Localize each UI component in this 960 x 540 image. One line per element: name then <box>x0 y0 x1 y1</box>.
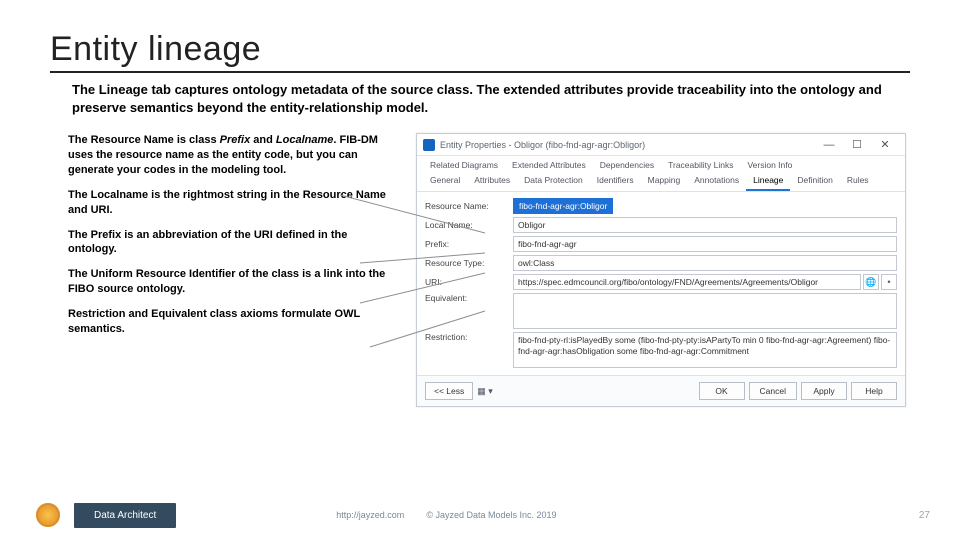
para-restriction: Restriction and Equivalent class axioms … <box>68 307 398 337</box>
label-uri: URI: <box>425 277 513 287</box>
ok-button[interactable]: OK <box>699 382 745 400</box>
tab-attributes[interactable]: Attributes <box>467 172 517 191</box>
tab-version-info[interactable]: Version Info <box>740 158 799 172</box>
maximize-button[interactable]: ☐ <box>843 138 871 151</box>
close-button[interactable]: ✕ <box>871 138 899 151</box>
role-label: Data Architect <box>74 503 176 528</box>
input-equivalent[interactable] <box>513 293 897 329</box>
para-prefix: The Prefix is an abbreviation of the URI… <box>68 228 398 258</box>
label-equivalent: Equivalent: <box>425 293 513 303</box>
footer-link[interactable]: http://jayzed.com <box>336 510 404 520</box>
page-number: 27 <box>919 510 930 521</box>
clear-icon[interactable]: • <box>881 274 897 290</box>
tab-extended-attributes[interactable]: Extended Attributes <box>505 158 593 172</box>
subtitle-text: The Lineage tab captures ontology metada… <box>50 81 910 117</box>
footer-copyright: © Jayzed Data Models Inc. 2019 <box>426 510 556 520</box>
dialog-titlebar: Entity Properties - Obligor (fibo-fnd-ag… <box>417 134 905 156</box>
cancel-button[interactable]: Cancel <box>749 382 797 400</box>
footer-dropdown-icon[interactable]: ▦ ▾ <box>477 386 493 397</box>
tab-lineage[interactable]: Lineage <box>746 172 790 191</box>
input-resource-type[interactable]: owl:Class <box>513 255 897 271</box>
lineage-form: Resource Name: fibo-fnd-agr-agr:Obligor … <box>417 192 905 375</box>
tab-traceability-links[interactable]: Traceability Links <box>661 158 740 172</box>
para-localname: The Localname is the rightmost string in… <box>68 188 398 218</box>
input-local-name[interactable]: Obligor <box>513 217 897 233</box>
para-resource-name: The Resource Name is class Prefix and Lo… <box>68 133 398 178</box>
help-button[interactable]: Help <box>851 382 897 400</box>
tab-related-diagrams[interactable]: Related Diagrams <box>423 158 505 172</box>
tab-definition[interactable]: Definition <box>790 172 839 191</box>
slide-footer: Data Architect http://jayzed.com © Jayze… <box>0 490 960 540</box>
input-resource-name[interactable]: fibo-fnd-agr-agr:Obligor <box>513 198 613 214</box>
tab-mapping[interactable]: Mapping <box>641 172 688 191</box>
tabs-row-top: Related Diagrams Extended Attributes Dep… <box>417 156 905 172</box>
tab-identifiers[interactable]: Identifiers <box>590 172 641 191</box>
dialog-title: Entity Properties - Obligor (fibo-fnd-ag… <box>440 140 815 150</box>
label-local-name: Local Name: <box>425 220 513 230</box>
globe-icon[interactable]: 🌐 <box>863 274 879 290</box>
explanations-column: The Resource Name is class Prefix and Lo… <box>68 133 398 407</box>
entity-properties-dialog: Entity Properties - Obligor (fibo-fnd-ag… <box>416 133 906 407</box>
tab-general[interactable]: General <box>423 172 467 191</box>
minimize-button[interactable]: — <box>815 139 843 151</box>
tabs-row-bottom: General Attributes Data Protection Ident… <box>417 172 905 192</box>
label-resource-type: Resource Type: <box>425 258 513 268</box>
label-resource-name: Resource Name: <box>425 201 513 211</box>
entity-icon <box>423 139 435 151</box>
input-uri[interactable]: https://spec.edmcouncil.org/fibo/ontolog… <box>513 274 861 290</box>
para-uri: The Uniform Resource Identifier of the c… <box>68 267 398 297</box>
dialog-footer: << Less ▦ ▾ OK Cancel Apply Help <box>417 375 905 406</box>
page-title: Entity lineage <box>50 30 910 73</box>
badge-icon <box>36 503 60 527</box>
input-restriction[interactable]: fibo-fnd-pty-rl:isPlayedBy some (fibo-fn… <box>513 332 897 368</box>
less-button[interactable]: << Less <box>425 382 473 400</box>
tab-rules[interactable]: Rules <box>840 172 876 191</box>
tab-dependencies[interactable]: Dependencies <box>593 158 661 172</box>
tab-annotations[interactable]: Annotations <box>687 172 746 191</box>
label-restriction: Restriction: <box>425 332 513 342</box>
apply-button[interactable]: Apply <box>801 382 847 400</box>
tab-data-protection[interactable]: Data Protection <box>517 172 590 191</box>
input-prefix[interactable]: fibo-fnd-agr-agr <box>513 236 897 252</box>
label-prefix: Prefix: <box>425 239 513 249</box>
